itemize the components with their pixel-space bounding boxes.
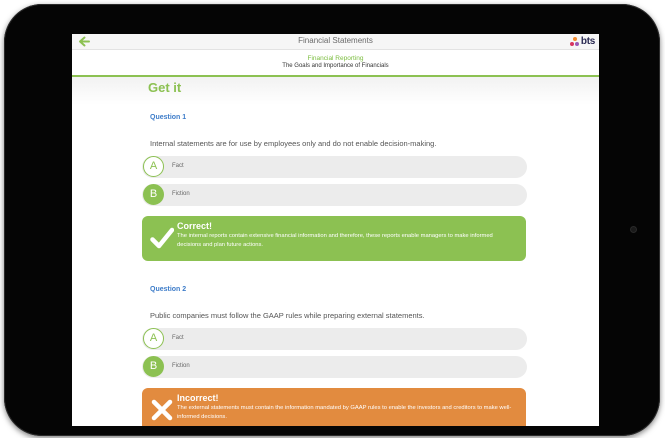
question-text: Public companies must follow the GAAP ru… [150, 311, 425, 320]
option-b[interactable]: B Fiction [142, 356, 527, 378]
feedback-correct: Correct! The internal reports contain ex… [142, 216, 526, 261]
question-label: Question 2 [150, 286, 187, 293]
section-title: Get it [148, 80, 182, 95]
option-letter: A [143, 156, 164, 177]
option-label: Fact [172, 163, 184, 169]
app-screen: Financial Statements bts Financial Repor… [72, 34, 599, 426]
option-label: Fact [172, 335, 184, 341]
option-b[interactable]: B Fiction [142, 184, 527, 206]
camera-dot [631, 227, 636, 232]
logo-dots-icon [569, 36, 580, 47]
option-label: Fiction [172, 191, 190, 197]
feedback-title: Incorrect! [177, 393, 219, 403]
feedback-title: Correct! [177, 221, 213, 231]
module-name: Financial Reporting [307, 55, 364, 62]
logo-text: bts [580, 36, 595, 47]
bts-logo: bts [569, 35, 595, 48]
breadcrumb: Financial Reporting The Goals and Import… [72, 50, 599, 74]
feedback-text: The external statements must contain the… [177, 405, 512, 420]
option-a[interactable]: A Fact [142, 156, 527, 178]
feedback-incorrect: Incorrect! The external statements must … [142, 388, 526, 426]
cross-icon [151, 399, 173, 421]
top-bar: Financial Statements bts [72, 34, 599, 50]
quiz-content[interactable]: Get it Question 1 Internal statements ar… [72, 77, 599, 426]
option-letter: B [143, 356, 164, 377]
option-label: Fiction [172, 363, 190, 369]
question-label: Question 1 [150, 114, 187, 121]
topic-name: The Goals and Importance of Financials [282, 63, 389, 69]
question-text: Internal statements are for use by emplo… [150, 139, 437, 148]
option-a[interactable]: A Fact [142, 328, 527, 350]
feedback-text: The internal reports contain extensive f… [177, 233, 493, 248]
tablet-frame: Financial Statements bts Financial Repor… [4, 4, 660, 436]
option-letter: B [143, 184, 164, 205]
option-letter: A [143, 328, 164, 349]
checkmark-icon [150, 227, 174, 249]
app-title: Financial Statements [298, 36, 373, 45]
